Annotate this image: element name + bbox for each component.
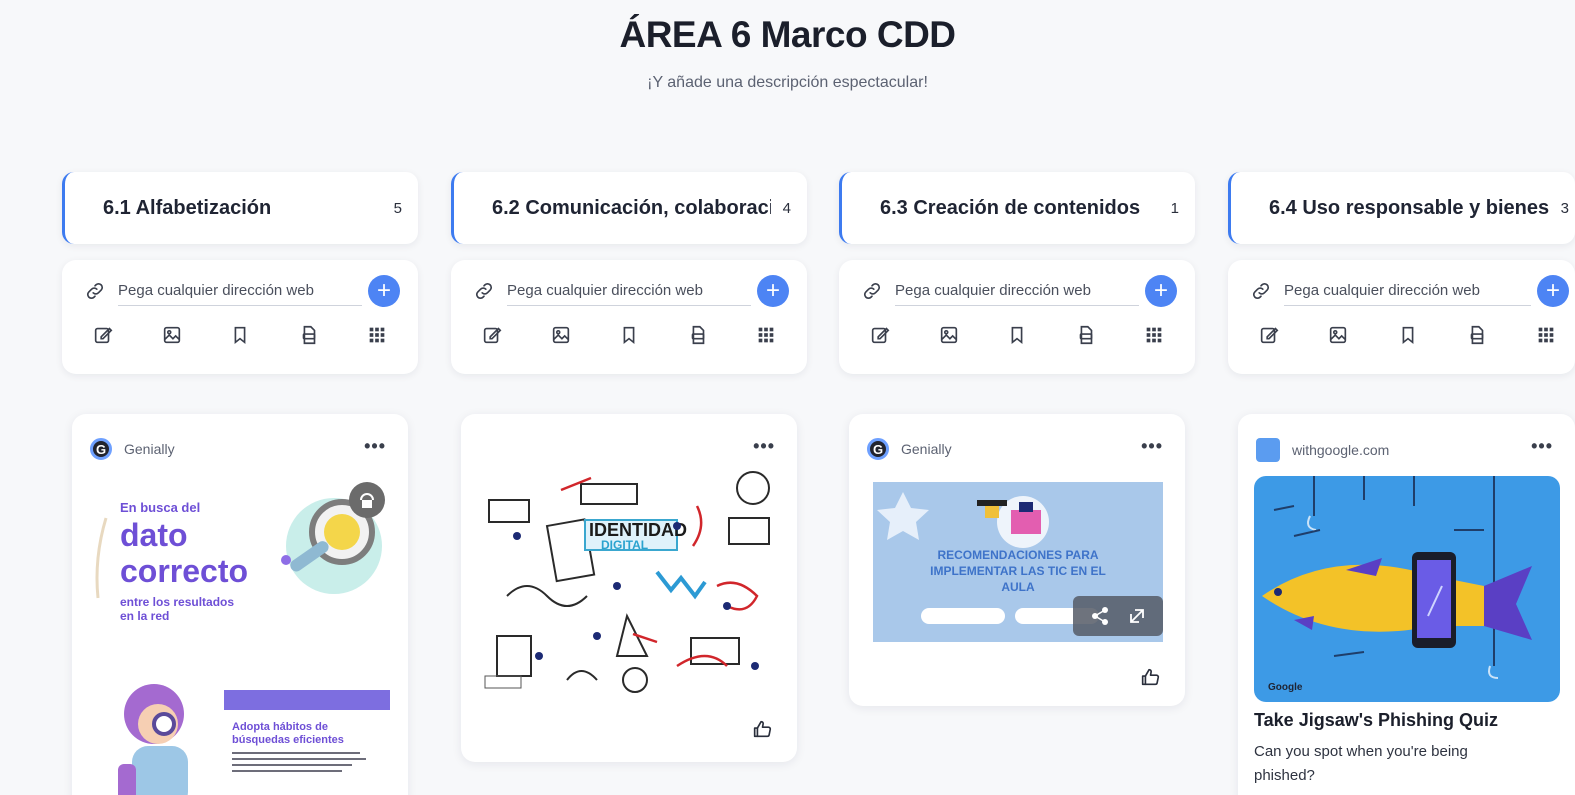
apps-grid-icon[interactable]: [755, 324, 777, 346]
image-text: dato: [120, 517, 188, 553]
more-options-button[interactable]: •••: [753, 436, 775, 457]
post-composer: +: [839, 260, 1195, 374]
column-title: 6.1 Alfabetización: [103, 196, 272, 219]
image-text: correcto: [120, 553, 248, 589]
post-card[interactable]: G Genially ••• RECOMENDACIONES PARA IMPL…: [849, 414, 1185, 706]
site-favicon-icon: [1256, 438, 1280, 462]
column-count: 1: [1170, 199, 1179, 217]
board-header: ÁREA 6 Marco CDD ¡Y añade una descripció…: [0, 14, 1575, 92]
edit-note-icon[interactable]: [869, 324, 891, 346]
source-name: Genially: [901, 441, 952, 457]
post-composer: +: [451, 260, 807, 374]
gif-icon[interactable]: [1075, 324, 1097, 346]
column: 6.2 Comunicación, colaboración 4 +: [451, 172, 807, 374]
link-icon: [475, 282, 493, 300]
image-text: en la red: [120, 609, 169, 623]
url-input[interactable]: [507, 276, 751, 306]
add-post-button[interactable]: +: [368, 275, 400, 307]
image-text: DIGITAL: [601, 538, 648, 552]
apps-grid-icon[interactable]: [1535, 324, 1557, 346]
image-text: búsquedas eficientes: [232, 734, 344, 746]
bookmark-icon[interactable]: [618, 324, 640, 346]
bookmark-icon[interactable]: [1006, 324, 1028, 346]
like-icon[interactable]: [751, 718, 773, 740]
link-title[interactable]: Take Jigsaw's Phishing Quiz: [1254, 710, 1498, 731]
link-icon: [863, 282, 881, 300]
edit-note-icon[interactable]: [1258, 324, 1280, 346]
card-source: G Genially: [90, 438, 175, 460]
page-title: ÁREA 6 Marco CDD: [619, 14, 956, 55]
column-title: 6.4 Uso responsable y bienestar: [1269, 196, 1549, 219]
url-input[interactable]: [1284, 276, 1531, 306]
card-source: withgoogle.com: [1256, 438, 1389, 462]
column-header[interactable]: 6.4 Uso responsable y bienestar 3: [1228, 172, 1575, 244]
column-header[interactable]: 6.3 Creación de contenidos 1: [839, 172, 1195, 244]
column: 6.3 Creación de contenidos 1 +: [839, 172, 1195, 374]
card-image[interactable]: IDENTIDAD DIGITAL: [477, 466, 781, 702]
link-description: Can you spot when you're being phished?: [1254, 743, 1468, 784]
edit-note-icon[interactable]: [481, 324, 503, 346]
image-text: AULA: [1001, 580, 1035, 594]
column-count: 4: [782, 199, 791, 217]
page-subtitle: ¡Y añade una descripción espectacular!: [647, 74, 928, 91]
card-image[interactable]: En busca del dato correcto entre los res…: [88, 478, 392, 795]
genially-logo-icon: G: [867, 438, 889, 460]
column-count: 5: [393, 199, 402, 217]
image-text: Adopta hábitos de: [232, 721, 328, 733]
card-image[interactable]: RECOMENDACIONES PARA IMPLEMENTAR LAS TIC…: [873, 482, 1163, 642]
image-icon[interactable]: [161, 324, 183, 346]
gif-icon[interactable]: [298, 324, 320, 346]
add-post-button[interactable]: +: [1145, 275, 1177, 307]
apps-grid-icon[interactable]: [1143, 324, 1165, 346]
bookmark-icon[interactable]: [229, 324, 251, 346]
genially-logo-icon: G: [90, 438, 112, 460]
image-text: Google: [1268, 682, 1303, 693]
edit-note-icon[interactable]: [92, 324, 114, 346]
column-title: 6.3 Creación de contenidos: [880, 196, 1141, 219]
image-icon[interactable]: [1327, 324, 1349, 346]
image-text: RECOMENDACIONES PARA: [937, 548, 1098, 562]
gif-icon[interactable]: [687, 324, 709, 346]
url-input[interactable]: [895, 276, 1139, 306]
like-icon[interactable]: [1139, 666, 1161, 688]
column: 6.1 Alfabetización 5 +: [62, 172, 418, 374]
column: 6.4 Uso responsable y bienestar 3 +: [1228, 172, 1575, 374]
url-input[interactable]: [118, 276, 362, 306]
image-icon[interactable]: [550, 324, 572, 346]
bookmark-icon[interactable]: [1397, 324, 1419, 346]
image-text: En busca del: [120, 500, 200, 515]
image-text: entre los resultados: [120, 595, 234, 609]
image-icon[interactable]: [938, 324, 960, 346]
card-image[interactable]: Google: [1254, 476, 1560, 702]
more-options-button[interactable]: •••: [1141, 436, 1163, 457]
image-text: IMPLEMENTAR LAS TIC EN EL: [930, 564, 1106, 578]
gif-icon[interactable]: [1466, 324, 1488, 346]
apps-grid-icon[interactable]: [366, 324, 388, 346]
post-composer: +: [1228, 260, 1575, 374]
post-card[interactable]: withgoogle.com ••• Google Take Jigsaw's …: [1238, 414, 1575, 795]
post-composer: +: [62, 260, 418, 374]
add-post-button[interactable]: +: [757, 275, 789, 307]
more-options-button[interactable]: •••: [364, 436, 386, 457]
card-source: G Genially: [867, 438, 952, 460]
post-card[interactable]: ••• IDENTIDAD DIGITAL: [461, 414, 797, 762]
post-card[interactable]: G Genially ••• En busca del dato correct…: [72, 414, 408, 795]
image-text: IDENTIDAD: [589, 520, 687, 540]
link-icon: [1252, 282, 1270, 300]
column-title: 6.2 Comunicación, colaboración: [492, 196, 771, 219]
add-post-button[interactable]: +: [1537, 275, 1569, 307]
more-options-button[interactable]: •••: [1531, 436, 1553, 457]
link-icon: [86, 282, 104, 300]
source-name: withgoogle.com: [1292, 442, 1390, 458]
column-header[interactable]: 6.1 Alfabetización 5: [62, 172, 418, 244]
column-header[interactable]: 6.2 Comunicación, colaboración 4: [451, 172, 807, 244]
source-name: Genially: [124, 441, 175, 457]
column-count: 3: [1560, 199, 1569, 217]
